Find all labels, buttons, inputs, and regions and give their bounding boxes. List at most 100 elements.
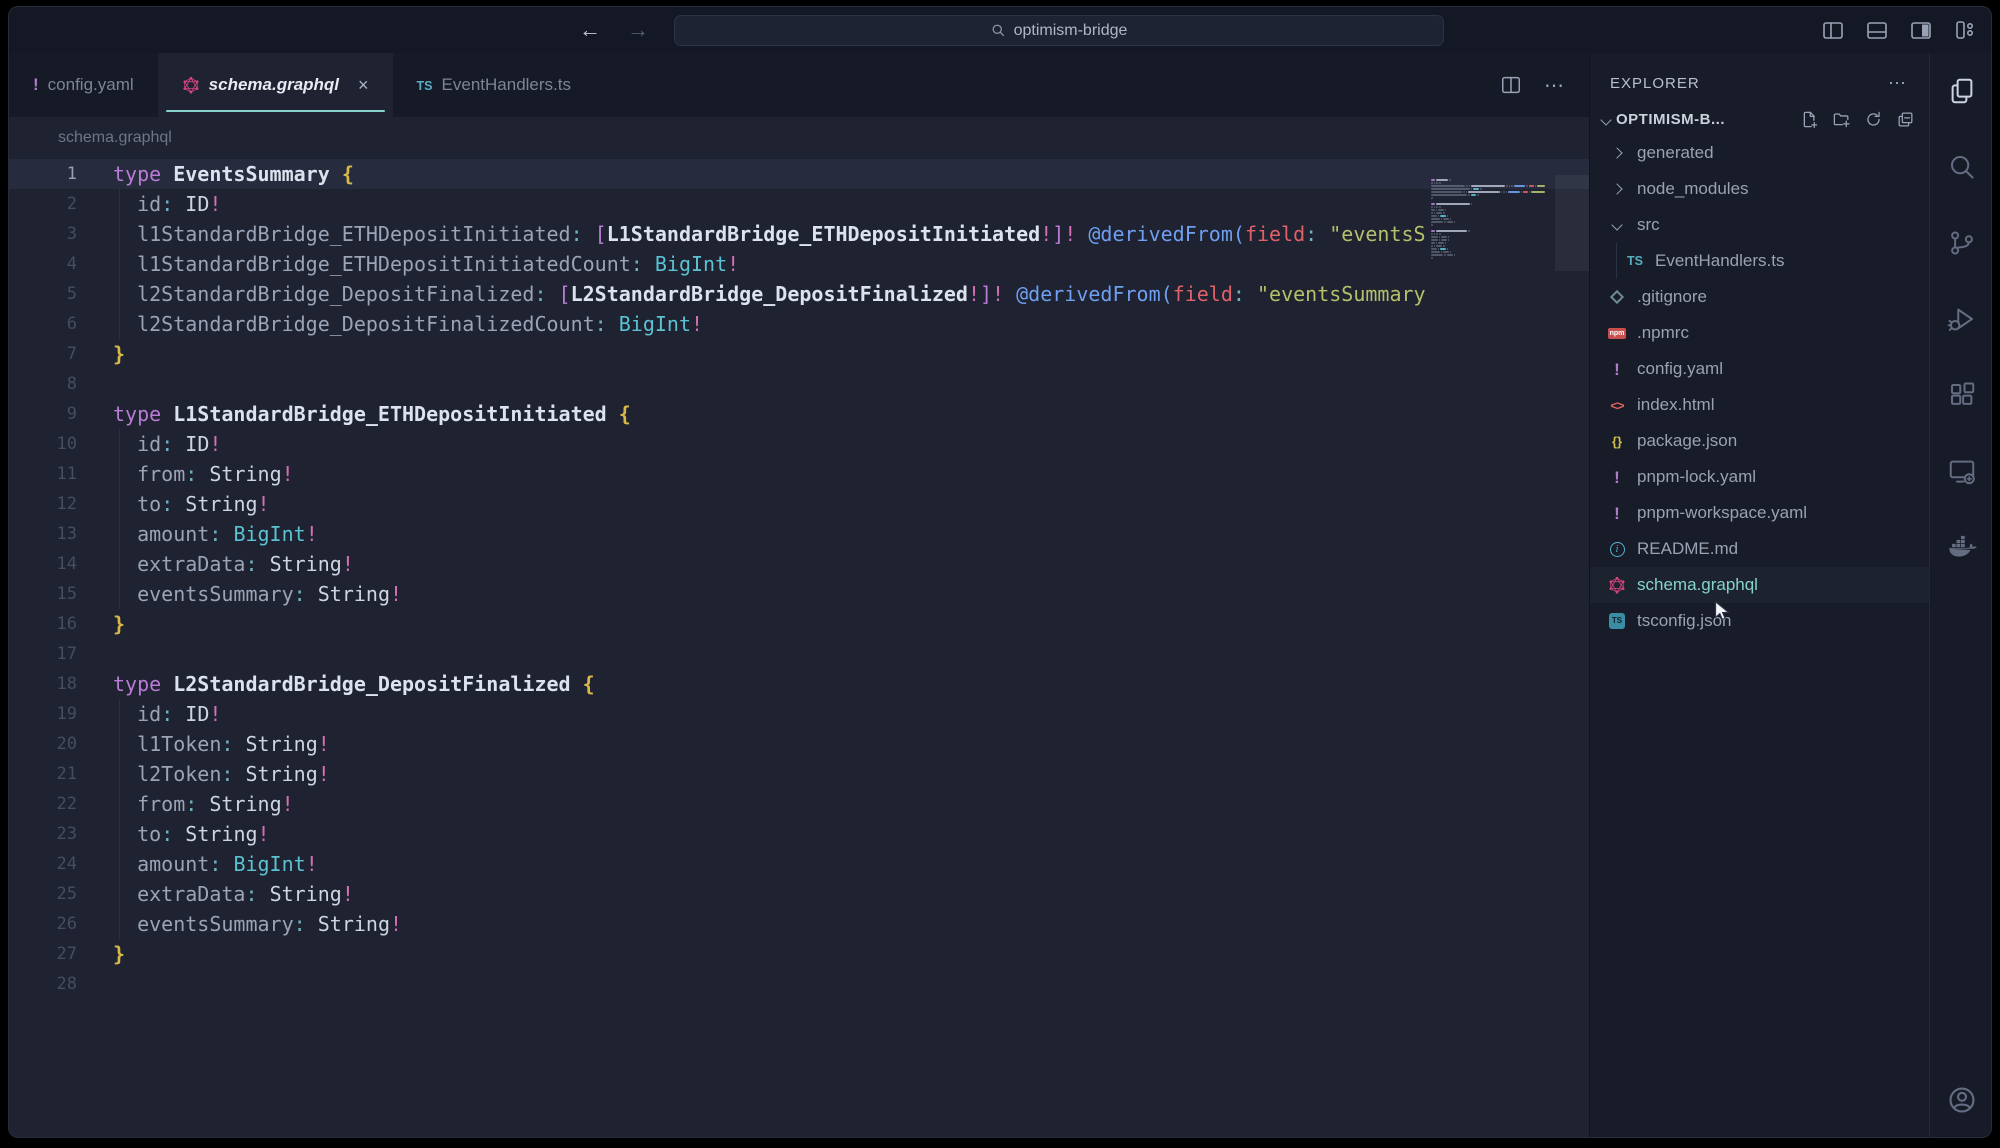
minimap-line [1431,233,1549,235]
line-number: 14 [9,549,77,579]
new-folder-icon[interactable] [1832,110,1851,129]
more-actions-icon[interactable]: ⋯ [1544,73,1567,98]
line-number: 27 [9,939,77,969]
code-line[interactable]: 20 l1Token: String! [9,729,1589,759]
file-tree: generatednode_modulessrc TSEventHandlers.… [1590,135,1929,639]
tree-item-label: src [1637,215,1660,235]
tree-item-pnpm-workspace.yaml[interactable]: !pnpm-workspace.yaml [1590,495,1929,531]
code-line[interactable]: 10 id: ID! [9,429,1589,459]
debug-icon[interactable] [1930,281,1992,357]
tree-item-generated[interactable]: generated [1590,135,1929,171]
code-line[interactable]: 23 to: String! [9,819,1589,849]
code-line[interactable]: 13 amount: BigInt! [9,519,1589,549]
code-line[interactable]: 21 l2Token: String! [9,759,1589,789]
tree-item-src[interactable]: src [1590,207,1929,243]
tree-item-schema.graphql[interactable]: schema.graphql [1590,567,1929,603]
minimap-line [1431,197,1549,199]
code-line[interactable]: 24 amount: BigInt! [9,849,1589,879]
panel-bottom-icon[interactable] [1865,18,1889,42]
code-line[interactable]: 6 l2StandardBridge_DepositFinalizedCount… [9,309,1589,339]
source-control-icon[interactable] [1930,205,1992,281]
tab-config.yaml[interactable]: !config.yaml [9,53,158,117]
workspace-section-header[interactable]: OPTIMISM-B... [1590,104,1929,135]
line-number: 25 [9,879,77,909]
remote-explorer-icon[interactable] [1930,433,1992,509]
yaml-icon: ! [1606,469,1628,486]
back-icon[interactable]: ← [579,17,601,43]
tree-item-node_modules[interactable]: node_modules [1590,171,1929,207]
extensions-icon[interactable] [1930,357,1992,433]
tree-item-index.html[interactable]: <>index.html [1590,387,1929,423]
new-file-icon[interactable] [1800,110,1819,129]
panel-right-filled-icon[interactable] [1909,18,1933,42]
tab-schema.graphql[interactable]: schema.graphql× [158,53,393,117]
line-content: l2StandardBridge_DepositFinalizedCount: … [77,309,1589,339]
yaml-icon: ! [1606,361,1628,378]
minimap-line [1431,242,1549,244]
line-number: 4 [9,249,77,279]
refresh-icon[interactable] [1864,110,1883,129]
tree-item-.npmrc[interactable]: npm.npmrc [1590,315,1929,351]
readme-icon: i [1606,542,1628,557]
tree-item-label: EventHandlers.ts [1655,251,1784,271]
tree-item-tsconfig.json[interactable]: TStsconfig.json [1590,603,1929,639]
close-icon[interactable]: × [358,75,369,96]
mouse-cursor [1711,599,1733,623]
npm-icon: npm [1606,328,1628,339]
code-line[interactable]: 19 id: ID! [9,699,1589,729]
line-number: 23 [9,819,77,849]
editor-group: !config.yamlschema.graphql×TSEventHandle… [9,53,1589,1137]
code-line[interactable]: 5 l2StandardBridge_DepositFinalized: [L2… [9,279,1589,309]
minimap-line [1431,230,1549,232]
workspace-name: OPTIMISM-B... [1616,111,1725,128]
tree-item-config.yaml[interactable]: !config.yaml [1590,351,1929,387]
code-line[interactable]: 28 [9,969,1589,999]
graphql-icon [31,129,49,147]
code-line[interactable]: 22 from: String! [9,789,1589,819]
panel-left-icon[interactable] [1821,18,1845,42]
breadcrumb[interactable]: schema.graphql [9,117,1589,159]
tree-item-pnpm-lock.yaml[interactable]: !pnpm-lock.yaml [1590,459,1929,495]
code-line[interactable]: 15 eventsSummary: String! [9,579,1589,609]
tree-item-.gitignore[interactable]: .gitignore [1590,279,1929,315]
line-content [77,639,1589,669]
tab-EventHandlers.ts[interactable]: TSEventHandlers.ts [393,53,595,117]
code-line[interactable]: 26 eventsSummary: String! [9,909,1589,939]
layout-custom-icon[interactable] [1953,18,1977,42]
code-editor[interactable]: 1type EventsSummary {2 id: ID!3 l1Standa… [9,159,1589,1137]
code-line[interactable]: 8 [9,369,1589,399]
minimap[interactable] [1431,179,1549,263]
tab-label: config.yaml [48,75,134,95]
files-icon[interactable] [1930,53,1992,129]
search-icon[interactable] [1930,129,1992,205]
minimap-slider[interactable] [1555,175,1589,271]
code-line[interactable]: 12 to: String! [9,489,1589,519]
account-icon[interactable] [1946,1084,1978,1121]
code-line[interactable]: 3 l1StandardBridge_ETHDepositInitiated: … [9,219,1589,249]
code-line[interactable]: 7} [9,339,1589,369]
graphql-icon [182,76,200,94]
code-line[interactable]: 2 id: ID! [9,189,1589,219]
forward-icon[interactable]: → [627,17,649,43]
line-number: 15 [9,579,77,609]
tree-item-EventHandlers.ts[interactable]: TSEventHandlers.ts [1590,243,1929,279]
code-line[interactable]: 25 extraData: String! [9,879,1589,909]
tree-item-package.json[interactable]: {}package.json [1590,423,1929,459]
tree-item-README.md[interactable]: iREADME.md [1590,531,1929,567]
line-number: 6 [9,309,77,339]
docker-icon[interactable] [1930,509,1992,585]
command-center-search[interactable]: optimism-bridge [674,15,1444,46]
code-line[interactable]: 4 l1StandardBridge_ETHDepositInitiatedCo… [9,249,1589,279]
code-line[interactable]: 16} [9,609,1589,639]
line-content: eventsSummary: String! [77,579,1589,609]
code-line[interactable]: 11 from: String! [9,459,1589,489]
code-line[interactable]: 14 extraData: String! [9,549,1589,579]
explorer-more-icon[interactable]: ⋯ [1888,73,1909,94]
code-line[interactable]: 17 [9,639,1589,669]
code-line[interactable]: 27} [9,939,1589,969]
code-line[interactable]: 1type EventsSummary { [9,159,1589,189]
code-line[interactable]: 18type L2StandardBridge_DepositFinalized… [9,669,1589,699]
split-editor-icon[interactable] [1500,74,1522,96]
code-line[interactable]: 9type L1StandardBridge_ETHDepositInitiat… [9,399,1589,429]
collapse-all-icon[interactable] [1896,110,1915,129]
